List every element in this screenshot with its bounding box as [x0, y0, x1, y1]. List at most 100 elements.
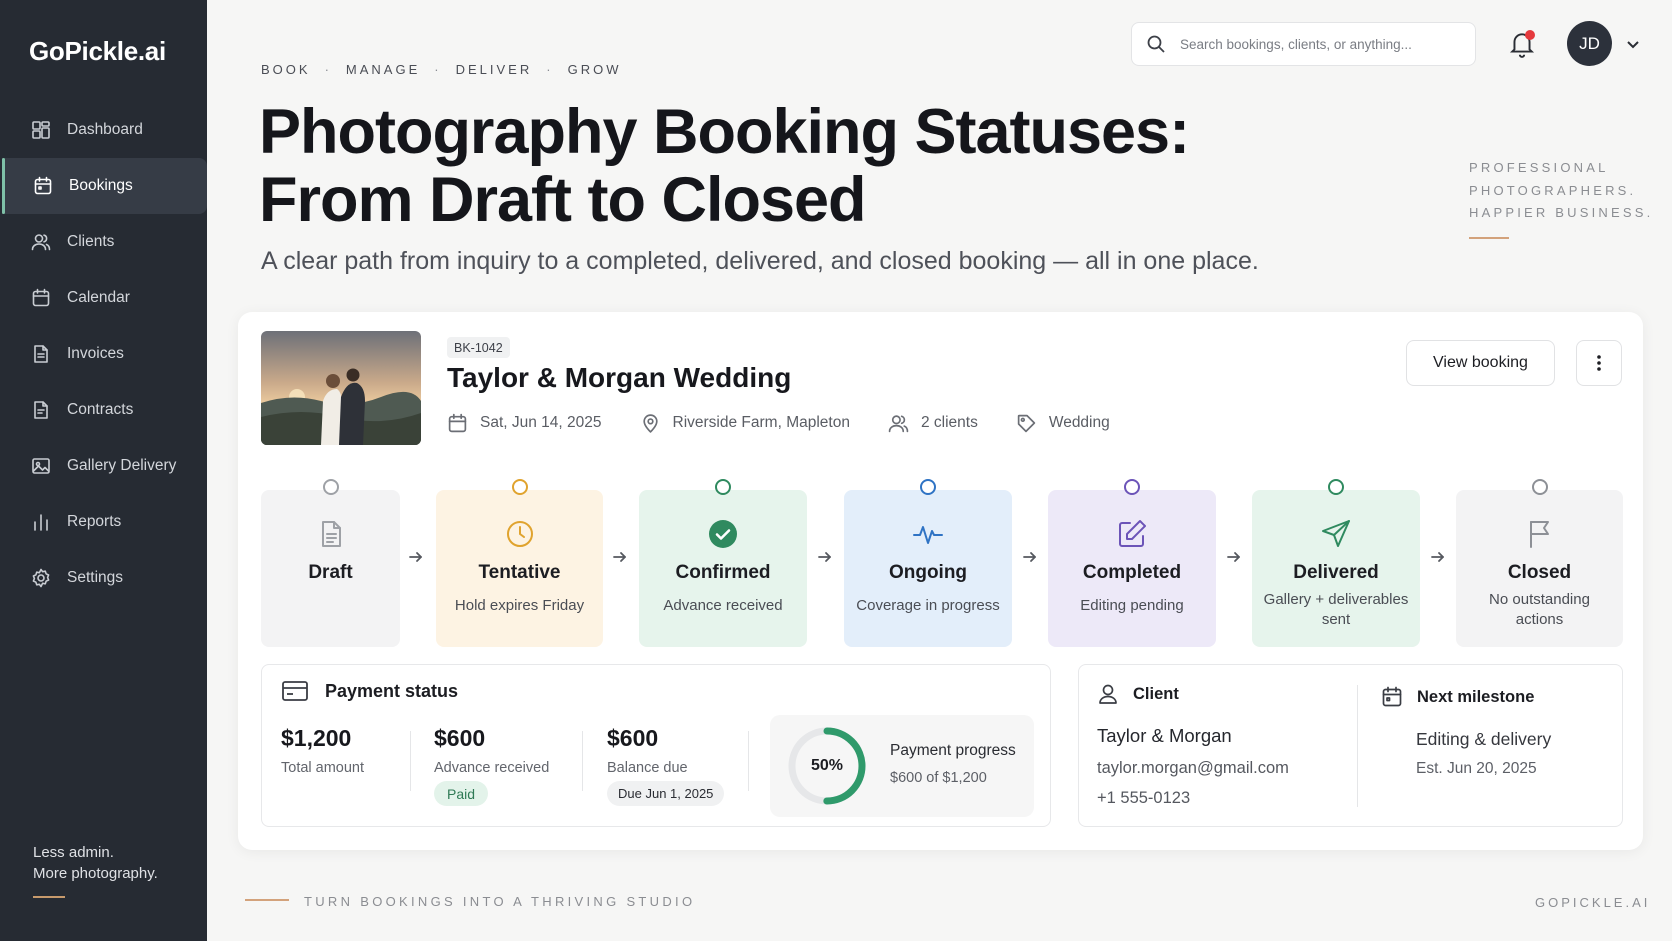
stage-name: Delivered [1293, 562, 1379, 583]
notification-dot [1525, 30, 1535, 40]
kicker-separator: · [434, 62, 442, 77]
page-subtitle: A clear path from inquiry to a completed… [261, 247, 1259, 275]
sidebar-item-label: Invoices [67, 345, 124, 362]
total-amount: $1,200 Total amount [281, 725, 364, 776]
sidebar-item-clients[interactable]: Clients [0, 214, 207, 270]
stage-ongoing[interactable]: Ongoing Coverage in progress [844, 479, 1012, 647]
stage-node [511, 479, 528, 495]
sidebar-item-label: Bookings [69, 177, 133, 194]
milestone-heading-text: Next milestone [1417, 687, 1535, 706]
stage-completed[interactable]: Completed Editing pending [1048, 479, 1216, 647]
booking-location-text: Riverside Farm, Mapleton [672, 414, 850, 431]
stage-closed[interactable]: Closed No outstanding actions [1456, 479, 1623, 647]
footer-tagline: TURN BOOKINGS INTO A THRIVING STUDIO [304, 894, 696, 909]
view-booking-button[interactable]: View booking [1406, 340, 1555, 386]
client-phone[interactable]: +1 555-0123 [1097, 789, 1190, 808]
divider [1357, 685, 1358, 807]
calendar-icon [33, 176, 53, 196]
calendar-icon [448, 413, 467, 432]
progress-sub: $600 of $1,200 [890, 770, 987, 786]
advance-value: $600 [434, 725, 486, 751]
stage-delivered[interactable]: Delivered Gallery + deliverables sent [1252, 479, 1420, 647]
gear-icon [31, 568, 51, 588]
page-title-line: From Draft to Closed [259, 165, 867, 235]
sidebar-item-bookings[interactable]: Bookings [2, 158, 207, 214]
stage-draft[interactable]: Draft [261, 479, 400, 647]
more-options-button[interactable] [1576, 340, 1622, 386]
balance-label: Balance due [607, 760, 688, 776]
booking-meta: Sat, Jun 14, 2025 Riverside Farm, Maplet… [447, 408, 1148, 438]
booking-date-text: Sat, Jun 14, 2025 [480, 414, 602, 431]
bar-chart-icon [31, 512, 51, 532]
tagline-line: Less admin. [33, 844, 114, 861]
map-pin-icon [642, 413, 658, 433]
kicker-separator: · [546, 62, 554, 77]
sidebar-item-label: Reports [67, 513, 122, 530]
sidebar-item-gallery-delivery[interactable]: Gallery Delivery [0, 438, 207, 494]
booking-title: Taylor & Morgan Wedding [447, 362, 792, 393]
payment-status-panel: Payment status $1,200 Total amount $600 … [261, 664, 1051, 827]
sidebar-item-contracts[interactable]: Contracts [0, 382, 207, 438]
stage-description: Hold expires Friday [454, 597, 585, 614]
total-amount-label: Total amount [281, 760, 365, 776]
side-note: PROFESSIONAL PHOTOGRAPHERS. HAPPIER BUSI… [1469, 157, 1653, 225]
notifications-button[interactable] [1509, 30, 1537, 60]
booking-tag: Wedding [1016, 413, 1110, 434]
document-icon [31, 344, 51, 364]
calendar-icon [1382, 686, 1402, 707]
avatar[interactable]: JD [1567, 21, 1612, 66]
stage-name: Ongoing [888, 562, 968, 583]
chevron-down-icon[interactable] [1625, 36, 1641, 52]
chevron-right-icon [1431, 550, 1445, 564]
sidebar-item-calendar[interactable]: Calendar [0, 270, 207, 326]
sidebar-item-invoices[interactable]: Invoices [0, 326, 207, 382]
more-vertical-icon [1597, 355, 1601, 371]
tag-icon [1017, 414, 1036, 432]
payment-heading: Payment status [281, 679, 458, 703]
client-email[interactable]: taylor.morgan@gmail.com [1097, 759, 1289, 778]
sidebar: GoPickle.ai Dashboard Bookings Clients C… [0, 0, 207, 941]
booking-tag-text: Wedding [1048, 414, 1110, 431]
side-note-line: PROFESSIONAL [1469, 160, 1609, 175]
client-heading-text: Client [1133, 684, 1179, 703]
user-icon [1099, 684, 1117, 704]
sidebar-tagline: Less admin. More photography. [33, 842, 158, 884]
stage-name: Draft [308, 562, 353, 583]
app-logo[interactable]: GoPickle.ai [29, 36, 166, 67]
sidebar-item-label: Dashboard [67, 121, 143, 138]
search-bar[interactable] [1131, 22, 1476, 66]
advance-received: $600 Advance received [434, 725, 549, 776]
sidebar-item-reports[interactable]: Reports [0, 494, 207, 550]
stage-tentative[interactable]: Tentative Hold expires Friday [436, 479, 603, 647]
divider [582, 731, 583, 791]
chevron-right-icon [409, 550, 423, 564]
kicker-word: BOOK [261, 62, 311, 77]
search-input[interactable] [1180, 36, 1450, 52]
flag-icon [1524, 518, 1556, 550]
stage-name: Closed [1507, 562, 1572, 583]
side-note-line: PHOTOGRAPHERS. [1469, 182, 1637, 198]
tagline-divider [33, 896, 65, 898]
client-name: Taylor & Morgan [1097, 725, 1232, 746]
side-note-divider [1469, 237, 1509, 239]
chevron-right-icon [613, 550, 627, 564]
payment-heading-text: Payment status [325, 680, 459, 701]
sidebar-nav: Dashboard Bookings Clients Calendar Invo… [0, 102, 207, 606]
sidebar-item-label: Contracts [67, 401, 134, 418]
kicker-word: GROW [567, 62, 622, 77]
stage-node [715, 479, 731, 495]
stage-confirmed[interactable]: Confirmed Advance received [639, 479, 807, 647]
chevron-right-icon [818, 550, 832, 564]
stage-description: Coverage in progress [856, 597, 1000, 614]
kicker-word: MANAGE [345, 62, 421, 77]
balance-due: $600 Balance due [607, 725, 688, 776]
dashboard-icon [31, 120, 51, 140]
due-date-badge: Due Jun 1, 2025 [607, 781, 725, 806]
sidebar-item-settings[interactable]: Settings [0, 550, 207, 606]
booking-clients: 2 clients [888, 413, 978, 434]
client-panel: Client Taylor & Morgan taylor.morgan@gma… [1078, 664, 1623, 827]
credit-card-icon [282, 681, 308, 701]
stage-node [322, 479, 339, 495]
sidebar-item-label: Gallery Delivery [67, 457, 177, 474]
sidebar-item-dashboard[interactable]: Dashboard [0, 102, 207, 158]
